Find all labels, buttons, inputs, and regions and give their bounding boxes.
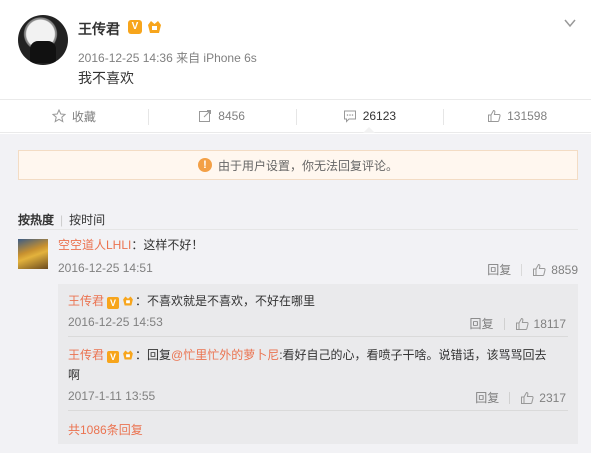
reply-restricted-notice: ! 由于用户设置，你无法回复评论。 xyxy=(18,150,578,180)
like-count: 131598 xyxy=(507,109,548,123)
reply-ops: 回复 18117 xyxy=(470,315,567,332)
comment-reply-button[interactable]: 回复 xyxy=(487,261,511,278)
favorite-label: 收藏 xyxy=(71,109,96,124)
verified-badge: V xyxy=(107,351,120,363)
comment-icon xyxy=(343,110,356,123)
ops-divider xyxy=(503,317,505,330)
star-icon xyxy=(51,109,66,123)
comment-time: 2016-12-25 14:51 xyxy=(58,261,153,275)
reply-text: ：不喜欢就是不喜欢，不好在哪里 xyxy=(135,294,316,308)
author-name[interactable]: 王传君 xyxy=(78,19,120,39)
chevron-down-icon[interactable] xyxy=(563,16,577,30)
reply-time: 2017-1-11 13:55 xyxy=(68,389,156,403)
like-button[interactable]: 131598 xyxy=(443,100,591,132)
reply-text: :看好自己的心，看喷子干啥。说错话，该骂骂回去 xyxy=(279,348,547,362)
comment-ops: 回复 8859 xyxy=(487,261,578,278)
repost-icon xyxy=(199,110,212,122)
vip-icon xyxy=(148,21,161,33)
post-content: 我不喜欢 xyxy=(78,70,134,86)
sort-divider: | xyxy=(60,213,64,227)
sort-by-time[interactable]: 按时间 xyxy=(69,211,105,228)
divider xyxy=(18,229,578,230)
comment-sort: 按热度 | 按时间 xyxy=(18,211,105,228)
reply-like-count: 2317 xyxy=(539,390,566,405)
post-meta: 2016-12-25 14:36 来自 iPhone 6s xyxy=(78,51,257,65)
commenter-name[interactable]: 空空道人LHLI xyxy=(58,238,131,252)
reply-item-2: 王传君 V ：回复@忙里忙外的萝卜尼:看好自己的心，看喷子干啥。说错话，该骂骂回去啊 xyxy=(68,345,568,385)
divider xyxy=(68,410,568,411)
comment-body: 空空道人LHLI：这样不好！ xyxy=(58,236,203,253)
warning-icon: ! xyxy=(197,158,212,172)
reply-author[interactable]: 王传君 xyxy=(68,348,104,362)
comment-count: 26123 xyxy=(362,109,397,123)
comment-text: ：这样不好！ xyxy=(131,238,204,252)
reply-time: 2016-12-25 14:53 xyxy=(68,315,163,329)
weibo-post-card: 王传君 V 2016-12-25 14:36 来自 iPhone 6s 我不喜欢… xyxy=(0,0,591,453)
sort-by-hot[interactable]: 按热度 xyxy=(18,211,54,228)
verified-badge: V xyxy=(128,20,142,34)
comment-button[interactable]: 26123 xyxy=(295,100,444,133)
repost-button[interactable]: 8456 xyxy=(147,100,296,132)
vip-icon xyxy=(123,296,133,306)
thumbs-up-icon[interactable] xyxy=(532,263,546,277)
reply-thread: 王传君 V ：不喜欢就是不喜欢，不好在哪里 2016-12-25 14:53 回复 … xyxy=(58,284,578,444)
reply-author[interactable]: 王传君 xyxy=(68,294,104,308)
notice-text: 由于用户设置，你无法回复评论。 xyxy=(217,158,398,173)
more-replies-link[interactable]: 共1086条回复 xyxy=(68,421,143,438)
divider xyxy=(68,336,568,337)
author-avatar[interactable] xyxy=(18,15,68,65)
reply-reply-button[interactable]: 回复 xyxy=(475,389,499,406)
commenter-avatar[interactable] xyxy=(18,239,48,269)
thumbs-up-icon xyxy=(488,109,501,122)
thumbs-up-icon[interactable] xyxy=(520,391,534,405)
comment-like-count: 8859 xyxy=(551,262,578,277)
reply-reply-button[interactable]: 回复 xyxy=(470,315,494,332)
verified-badge: V xyxy=(107,297,120,309)
ops-divider xyxy=(509,391,511,404)
reply-like-count: 18117 xyxy=(533,316,566,331)
mention-link[interactable]: @忙里忙外的萝卜尼 xyxy=(171,348,279,362)
reply-text-cont: 啊 xyxy=(68,368,81,382)
ops-divider xyxy=(521,263,523,276)
favorite-button[interactable]: 收藏 xyxy=(0,100,148,132)
reply-item-1: 王传君 V ：不喜欢就是不喜欢，不好在哪里 xyxy=(68,292,315,309)
reply-text-prefix: ：回复 xyxy=(135,348,172,362)
action-bar: 收藏 8456 26123 131598 xyxy=(0,99,591,133)
thumbs-up-icon[interactable] xyxy=(515,317,529,331)
reply-ops: 回复 2317 xyxy=(475,389,566,406)
vip-icon xyxy=(123,350,133,360)
repost-count: 8456 xyxy=(218,109,245,123)
